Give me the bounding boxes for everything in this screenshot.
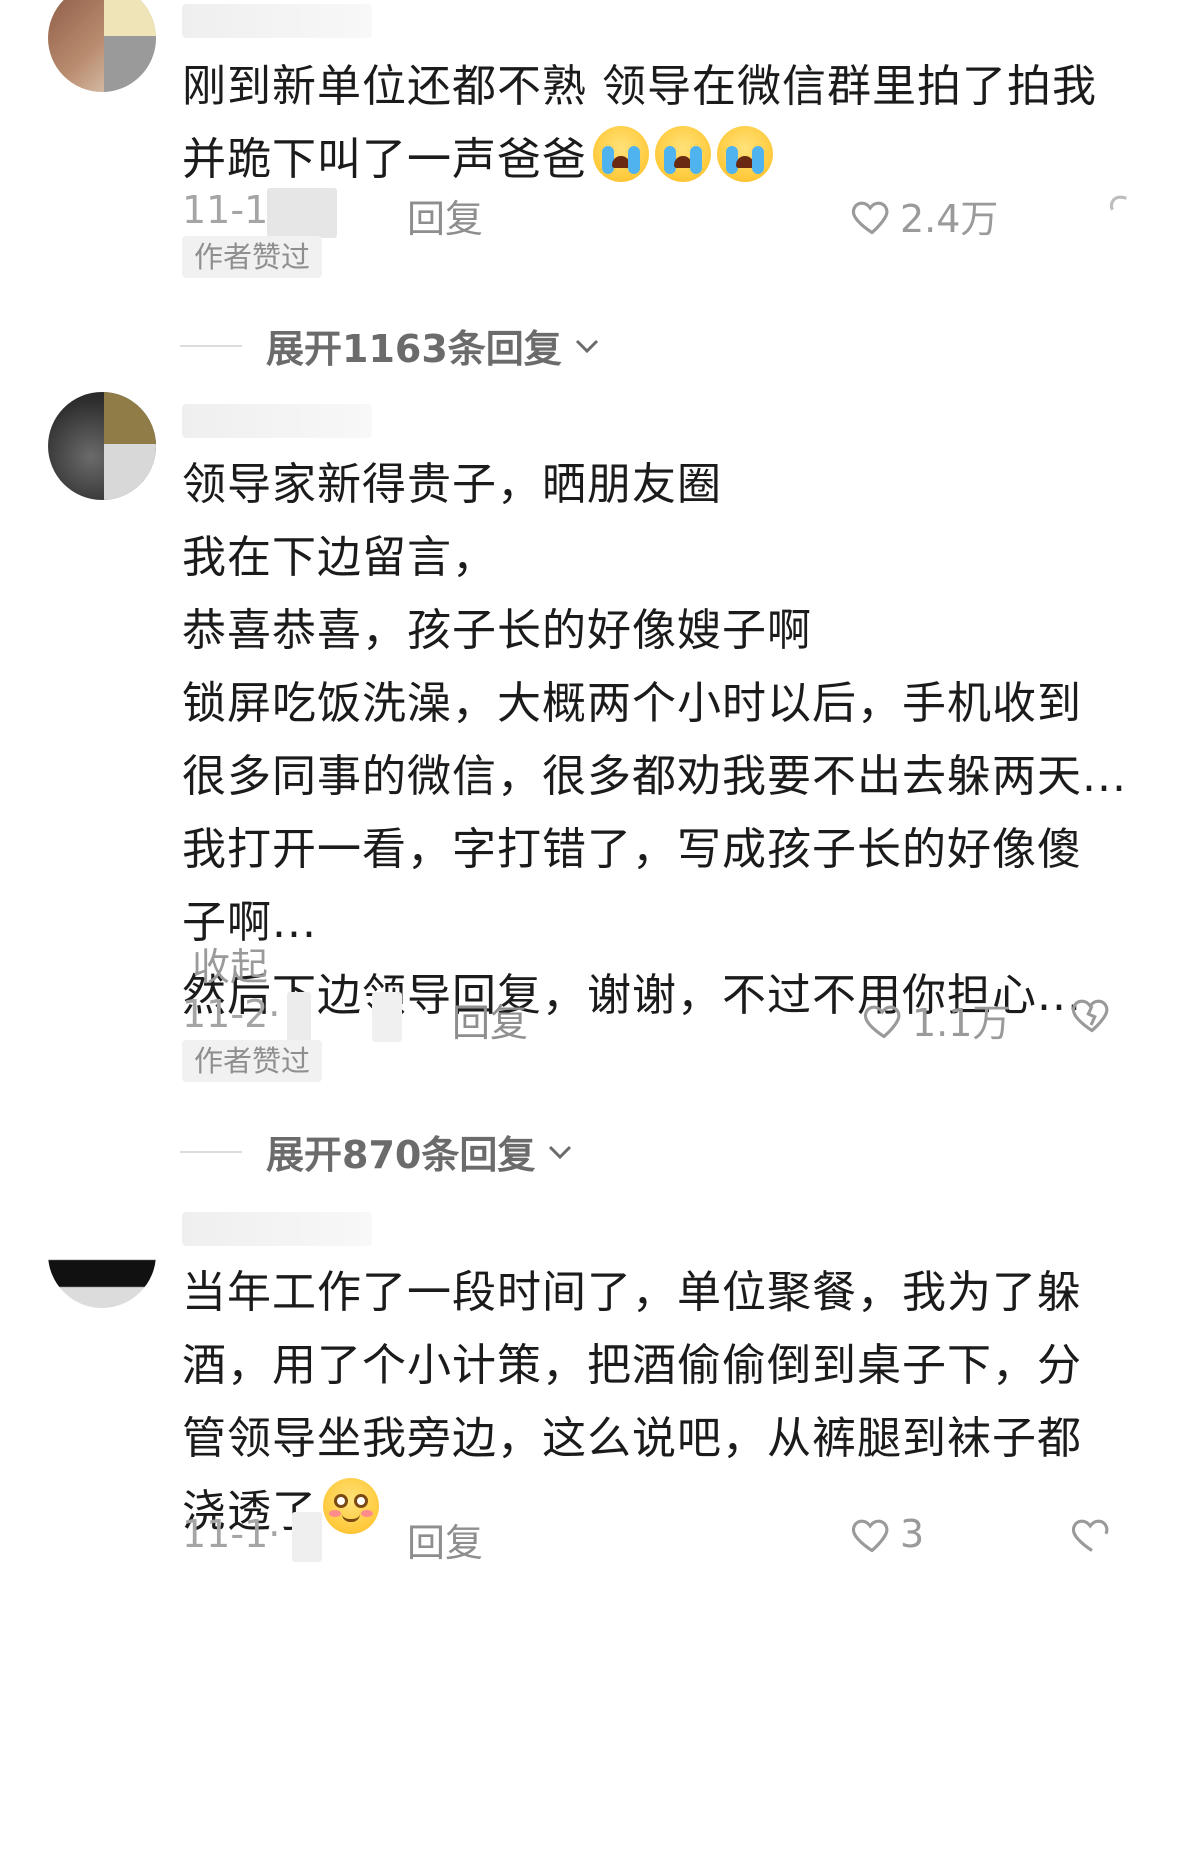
heart-icon — [863, 1005, 901, 1038]
comment-line: 恭喜恭喜，孩子长的好像嫂子啊 — [182, 605, 812, 656]
divider — [180, 1150, 242, 1153]
expand-replies-button[interactable]: 展开1163条回复 — [180, 318, 602, 373]
comment-line: 当年工作了一段时间了，单位聚餐，我为了躲 — [182, 1267, 1082, 1318]
comment-line: 我打开一看，字打错了，写成孩子长的好像傻 — [182, 824, 1082, 875]
broken-heart-icon — [1109, 195, 1127, 211]
comment-text: 领导家新得贵子，晒朋友圈 我在下边留言， 恭喜恭喜，孩子长的好像嫂子啊 锁屏吃饭… — [182, 448, 1142, 1032]
comment-text: 当年工作了一段时间了，单位聚餐，我为了躲 酒，用了个小计策，把酒偷偷倒到桌子下，… — [182, 1256, 1142, 1548]
username-blurred[interactable] — [182, 404, 372, 438]
author-liked-badge: 作者赞过 — [182, 1040, 323, 1082]
expand-replies-button[interactable]: 展开870条回复 — [180, 1124, 575, 1179]
location-blurred — [267, 188, 337, 238]
comment-line: 并跪下叫了一声爸爸 — [182, 123, 1142, 196]
avatar[interactable] — [48, 392, 156, 500]
comment-meta: 11-2· 回复 1.1万 — [182, 992, 1142, 1045]
like-button[interactable]: 2.4万 — [850, 188, 998, 243]
collapse-button[interactable]: 收起 — [192, 936, 268, 991]
comment-line: 领导家新得贵子，晒朋友圈 — [182, 459, 722, 510]
divider — [180, 344, 242, 347]
dislike-button[interactable] — [1070, 1512, 1114, 1565]
reply-button[interactable]: 回复 — [407, 1512, 483, 1567]
username-blurred[interactable] — [182, 1212, 372, 1246]
reply-button[interactable]: 回复 — [407, 188, 483, 243]
avatar[interactable] — [48, 1200, 156, 1308]
loudly-crying-face-icon — [717, 126, 773, 182]
comment-date: 11-2· — [182, 992, 281, 1036]
comment-line: 锁屏吃饭洗澡，大概两个小时以后，手机收到 — [182, 678, 1082, 729]
heart-icon — [851, 201, 889, 234]
username-blurred[interactable] — [182, 4, 372, 38]
like-count: 3 — [900, 1512, 925, 1556]
comment-date: 11-1· — [182, 1512, 281, 1556]
comment-line: 刚到新单位还都不熟 领导在微信群里拍了拍我 — [182, 61, 1097, 112]
comment-meta: 11-1 回复 2.4万 — [182, 188, 1142, 241]
comment-line: 我在下边留言， — [182, 532, 497, 583]
broken-heart-icon — [1071, 1519, 1109, 1552]
like-button[interactable]: 3 — [850, 1512, 924, 1556]
comment-line: 酒，用了个小计策，把酒偷偷倒到桌子下，分 — [182, 1340, 1082, 1391]
comment-text: 刚到新单位还都不熟 领导在微信群里拍了拍我 并跪下叫了一声爸爸 — [182, 50, 1142, 196]
location-blurred — [287, 992, 311, 1042]
dislike-button[interactable] — [1070, 992, 1114, 1045]
author-liked-badge: 作者赞过 — [182, 236, 323, 278]
comment-line: 很多同事的微信，很多都劝我要不出去躲两天... — [182, 751, 1127, 802]
like-button[interactable]: 1.1万 — [862, 992, 1010, 1047]
like-count: 2.4万 — [900, 197, 999, 241]
loudly-crying-face-icon — [593, 126, 649, 182]
broken-heart-icon — [1071, 999, 1109, 1033]
comment-meta: 11-1· 回复 3 — [182, 1512, 1142, 1565]
expand-replies-label: 展开1163条回复 — [266, 327, 562, 371]
chevron-down-icon — [575, 339, 598, 353]
reply-button[interactable]: 回复 — [452, 992, 528, 1047]
expand-replies-label: 展开870条回复 — [266, 1133, 536, 1177]
comment-date: 11-1 — [182, 188, 269, 232]
comment-line: 子啊... — [182, 897, 317, 948]
chevron-down-icon — [549, 1145, 572, 1159]
location-blurred — [372, 992, 402, 1042]
location-blurred — [292, 1512, 322, 1562]
comment-line: 管领导坐我旁边，这么说吧，从裤腿到袜子都 — [182, 1413, 1082, 1464]
avatar[interactable] — [48, 0, 156, 92]
loudly-crying-face-icon — [655, 126, 711, 182]
dislike-button[interactable] — [1108, 188, 1152, 241]
heart-icon — [851, 1519, 889, 1553]
like-count: 1.1万 — [912, 1001, 1011, 1045]
